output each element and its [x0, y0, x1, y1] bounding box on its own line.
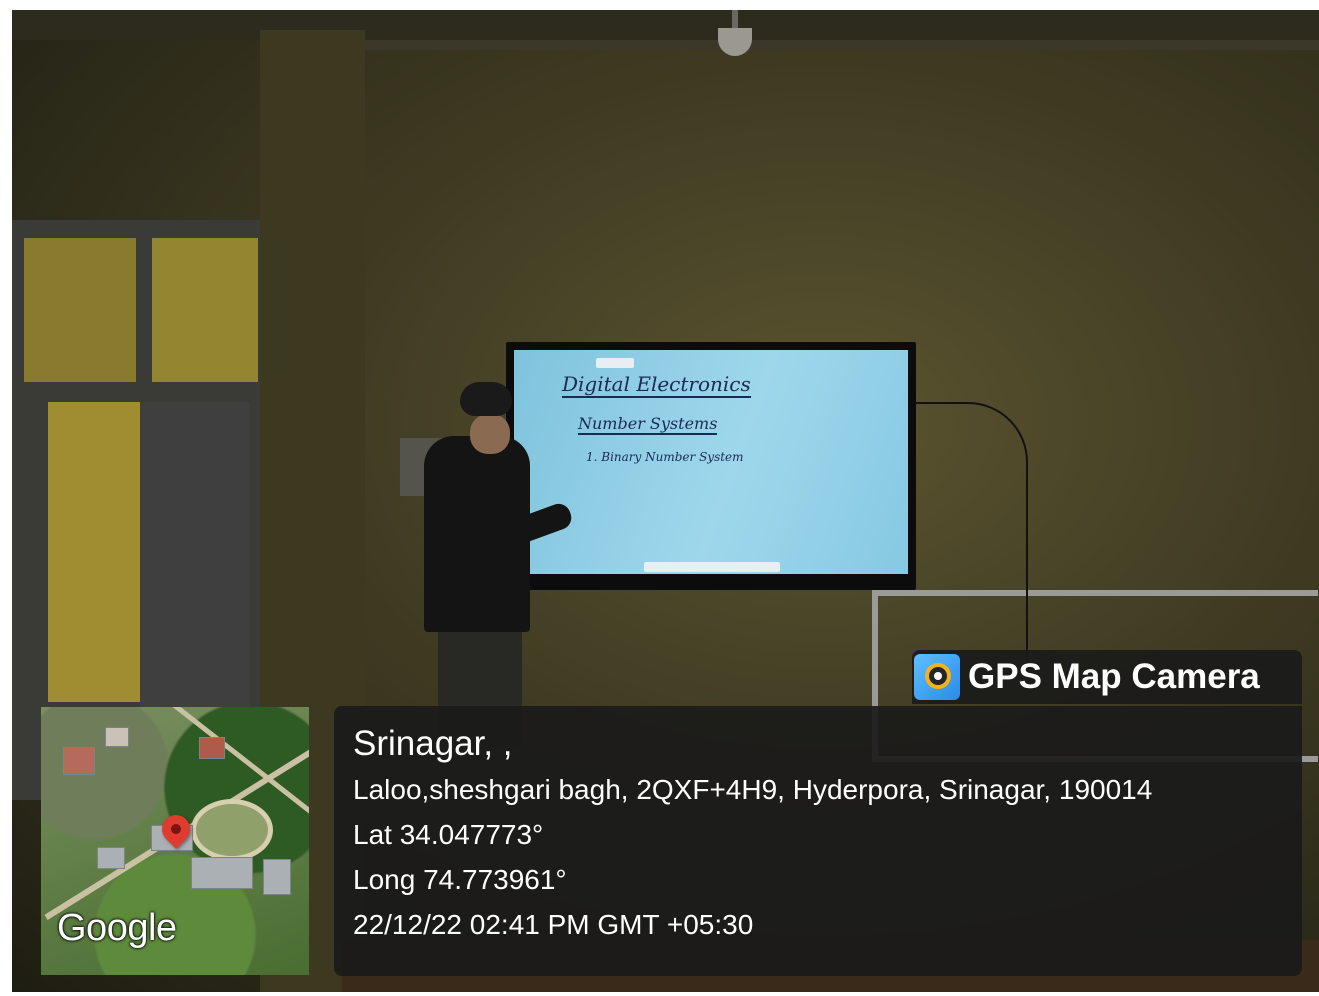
ceiling: [12, 10, 1319, 40]
location-info-panel: Srinagar, , Laloo,sheshgari bagh, 2QXF+4…: [334, 706, 1302, 976]
location-title: Srinagar, ,: [353, 724, 513, 763]
datetime-text: 22/12/22 02:41 PM GMT +05:30: [353, 909, 754, 940]
app-badge: GPS Map Camera: [912, 650, 1302, 704]
screen-tab: [596, 358, 634, 368]
person-beanie: [460, 382, 512, 416]
map-building: [199, 737, 225, 759]
door-panel: [140, 402, 250, 712]
map-building: [263, 859, 291, 895]
lamp-stem: [732, 10, 738, 30]
tv-cable: [916, 402, 1028, 674]
screen-line: 1. Binary Number System: [586, 450, 744, 464]
latitude-text: Lat 34.047773°: [353, 819, 544, 850]
screen-toolbar: [644, 562, 780, 572]
map-building: [97, 847, 125, 869]
door-glass-right: [152, 238, 258, 382]
map-playground: [191, 799, 273, 861]
ceiling-lamp: [718, 28, 752, 56]
google-logo: Google: [57, 907, 177, 949]
ceiling-pipe: [262, 40, 1319, 50]
smart-board: Digital Electronics Number Systems 1. Bi…: [506, 342, 916, 590]
smart-board-screen: Digital Electronics Number Systems 1. Bi…: [514, 350, 908, 574]
screen-subheading: Number Systems: [578, 414, 718, 435]
screen-heading: Digital Electronics: [562, 372, 751, 398]
map-thumbnail: Google: [41, 707, 309, 975]
map-building: [105, 727, 129, 747]
map-building: [63, 747, 95, 775]
address-text: Laloo,sheshgari bagh, 2QXF+4H9, Hyderpor…: [353, 774, 1153, 805]
door-glass-left: [24, 238, 136, 382]
person-face: [470, 414, 510, 454]
map-building: [191, 857, 253, 889]
open-doorway: [48, 402, 140, 702]
gps-camera-icon: [914, 654, 960, 700]
longitude-text: Long 74.773961°: [353, 864, 567, 895]
app-name: GPS Map Camera: [968, 657, 1260, 696]
